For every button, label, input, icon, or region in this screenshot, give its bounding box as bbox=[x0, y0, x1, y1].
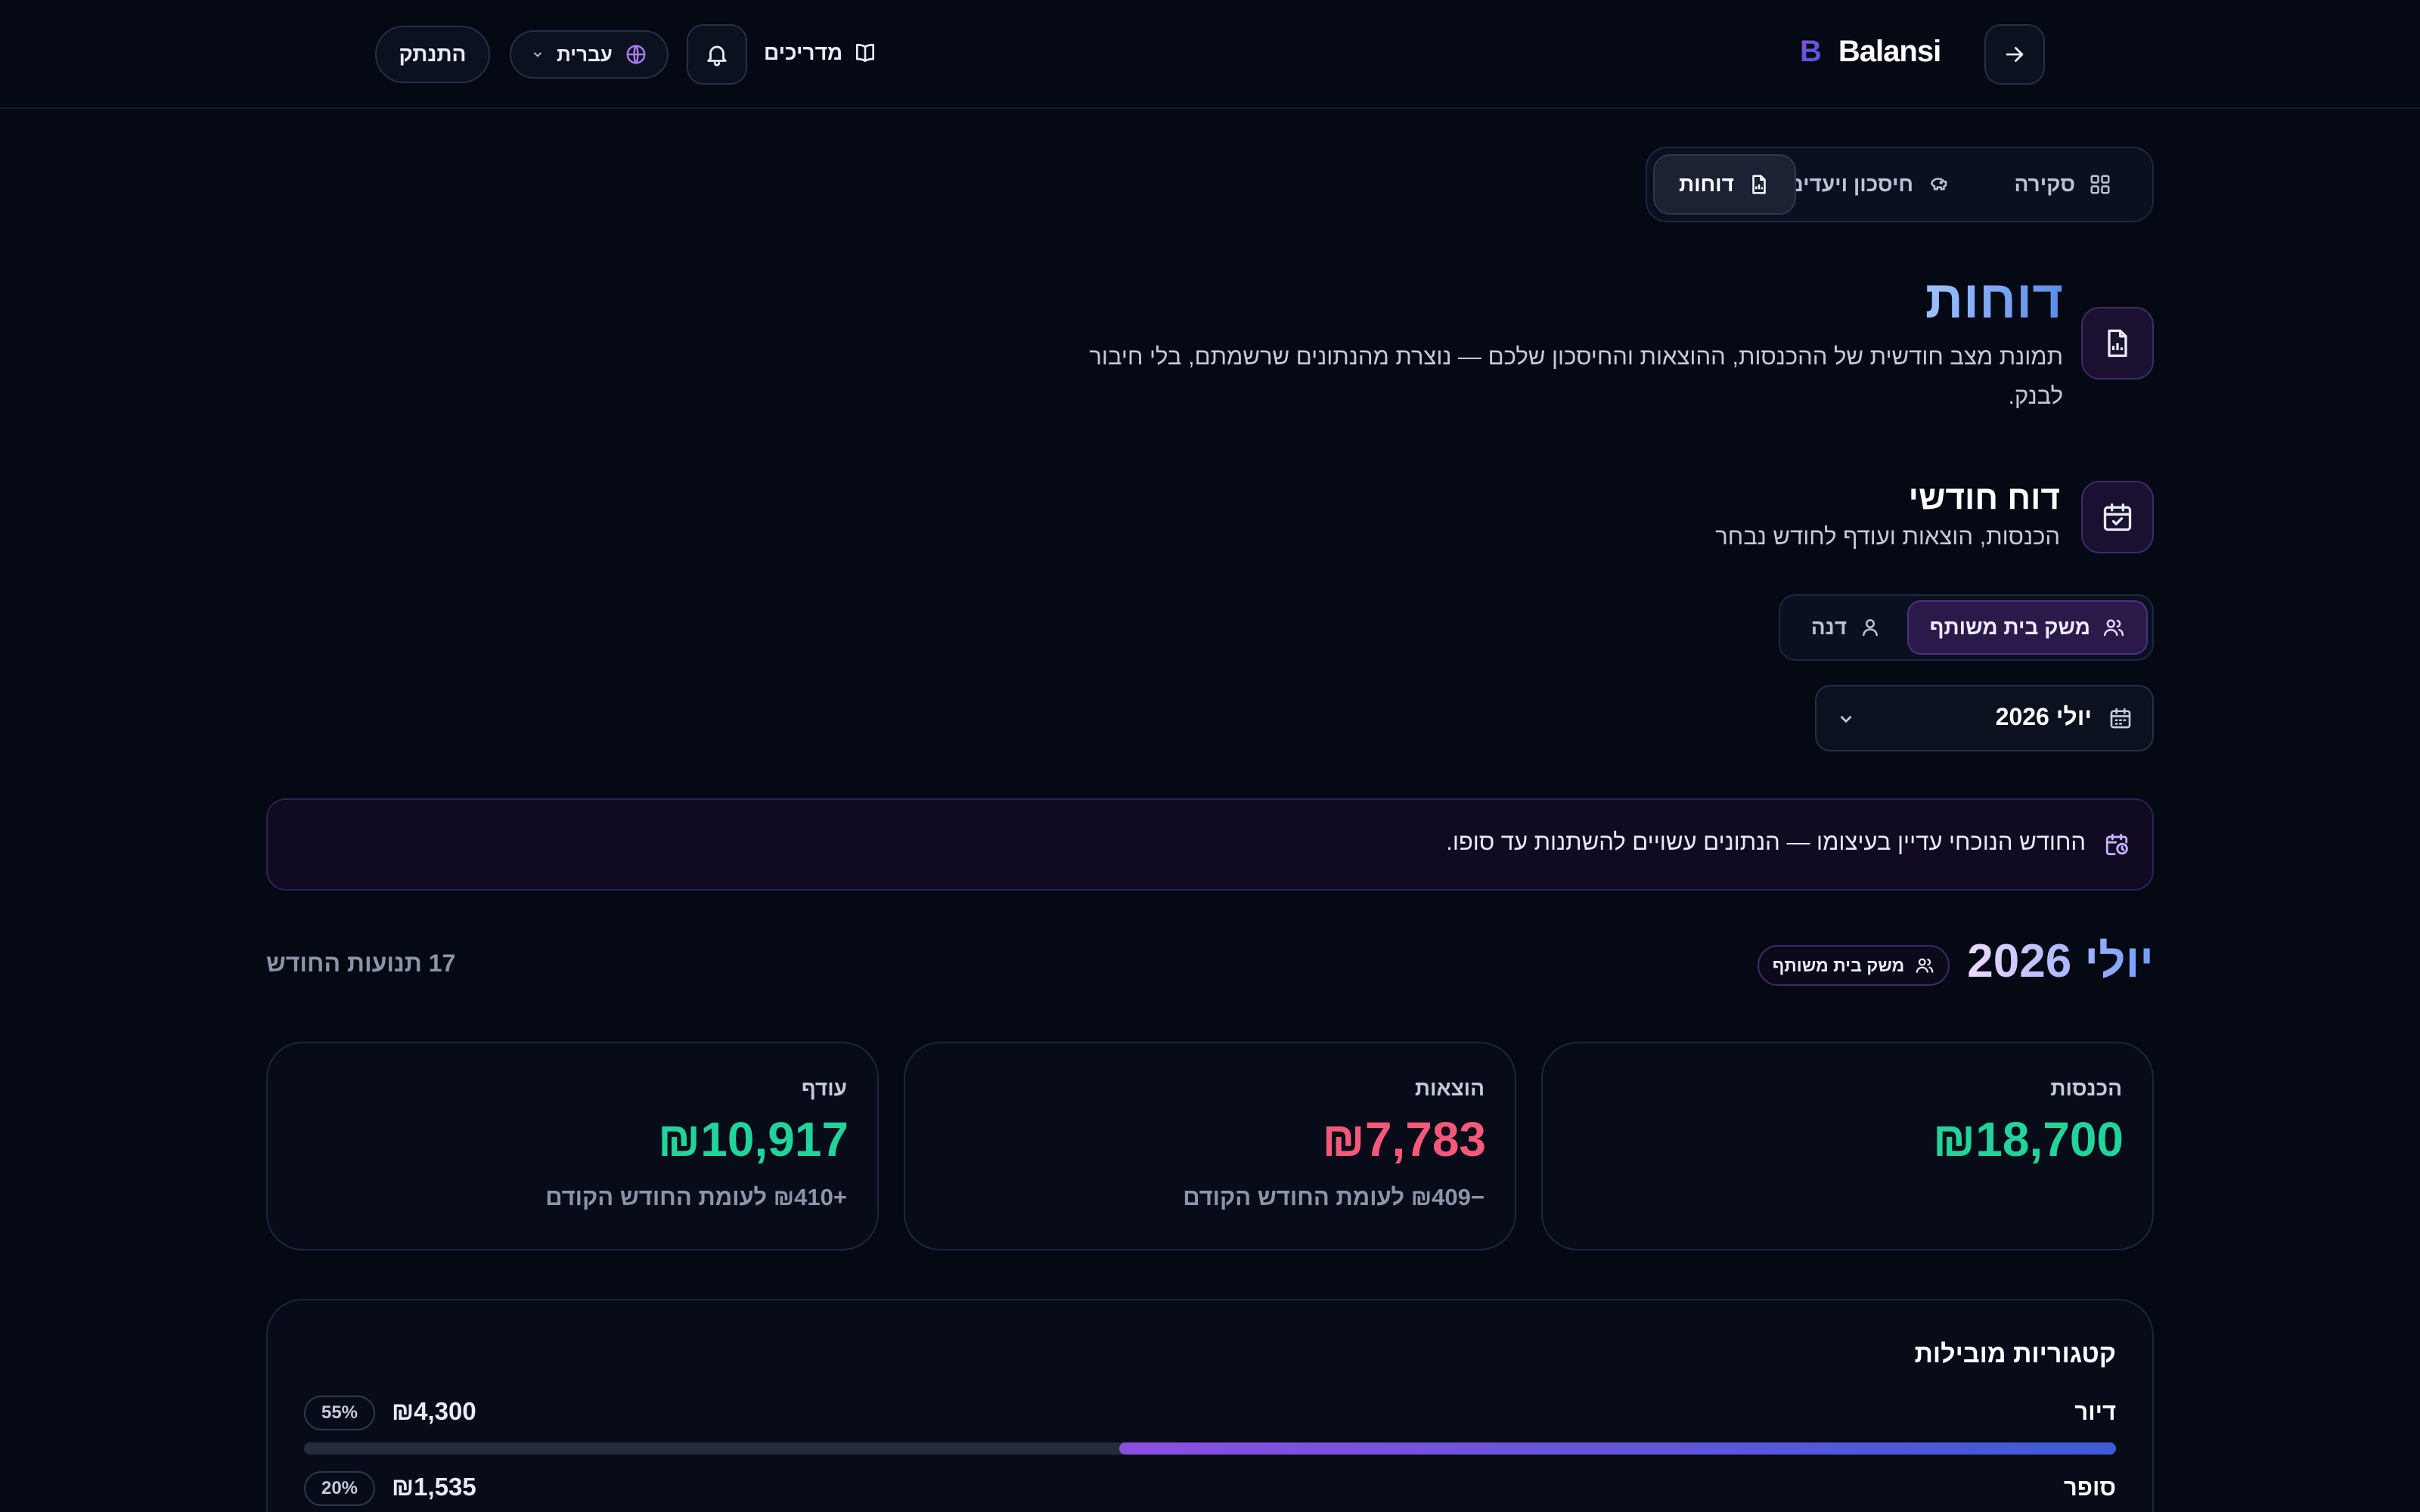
user-icon bbox=[1859, 616, 1882, 639]
top-bar: B Balansi מדריכים עברית התנתק bbox=[0, 0, 2420, 109]
scope-label: משק בית משותף bbox=[1929, 615, 2090, 639]
card-value: ₪10,917 bbox=[657, 1112, 849, 1167]
arrow-right-icon bbox=[2002, 42, 2028, 67]
language-select[interactable]: עברית bbox=[510, 30, 669, 79]
grid-icon bbox=[2089, 173, 2111, 196]
guides-label: מדריכים bbox=[764, 41, 843, 64]
monthly-report-subtitle: הכנסות, הוצאות ועודף לחודש נבחר bbox=[1715, 523, 2060, 550]
brand-mark-icon: B bbox=[1800, 34, 1822, 68]
report-file-icon bbox=[2101, 327, 2134, 360]
reports-header-icon bbox=[2081, 307, 2154, 380]
category-name: דיור bbox=[2074, 1399, 2116, 1425]
surplus-card: עודף ₪10,917 +₪410 לעומת החודש הקודם bbox=[266, 1042, 879, 1250]
card-label: הוצאות bbox=[1414, 1077, 1485, 1100]
users-icon bbox=[2102, 616, 2125, 639]
tab-reports[interactable]: דוחות bbox=[1653, 154, 1796, 215]
calendar-check-icon bbox=[2101, 500, 2134, 534]
top-categories-title: קטגוריות מובילות bbox=[1914, 1340, 2116, 1368]
scope-option-dana[interactable]: דנה bbox=[1790, 600, 1903, 655]
month-select-value: יולי 2026 bbox=[1995, 703, 2092, 730]
tab-label: דוחות bbox=[1679, 172, 1734, 196]
card-change: −₪409 לעומת החודש הקודם bbox=[1183, 1184, 1485, 1210]
card-label: הכנסות bbox=[2050, 1077, 2122, 1100]
category-name: סופר bbox=[2063, 1474, 2116, 1501]
scope-option-household[interactable]: משק בית משותף bbox=[1907, 600, 2148, 655]
logout-label: התנתק bbox=[399, 42, 467, 66]
back-button[interactable] bbox=[1984, 24, 2045, 85]
report-month-title: יולי 2026 bbox=[1967, 935, 2154, 987]
brand-name: Balansi bbox=[1838, 34, 1941, 68]
report-file-icon bbox=[1748, 173, 1770, 196]
tab-overview[interactable]: סקירה bbox=[1990, 154, 2136, 215]
language-label: עברית bbox=[557, 42, 613, 66]
card-value: ₪7,783 bbox=[1322, 1112, 1486, 1167]
monthly-report-icon-box bbox=[2081, 481, 2154, 553]
guides-link[interactable]: מדריכים bbox=[764, 35, 877, 71]
calendar-icon bbox=[2108, 706, 2133, 730]
globe-icon bbox=[625, 43, 647, 66]
scope-badge-label: משק בית משותף bbox=[1772, 955, 1905, 975]
category-bar-fill bbox=[1119, 1442, 2116, 1455]
monthly-report-title: דוח חודשי bbox=[1908, 479, 2060, 516]
card-change: +₪410 לעומת החודש הקודם bbox=[545, 1184, 847, 1210]
top-categories-card: קטגוריות מובילות דיור ₪4,300 55% סופר ₪1… bbox=[266, 1299, 2154, 1512]
page-title: דוחות bbox=[1925, 270, 2063, 329]
expenses-card: הוצאות ₪7,783 −₪409 לעומת החודש הקודם bbox=[904, 1042, 1516, 1250]
page-subtitle: תמונת מצב חודשית של ההכנסות, ההוצאות והח… bbox=[1089, 343, 2063, 409]
scope-toggle: משק בית משותף דנה bbox=[1779, 594, 2154, 661]
scope-label: דנה bbox=[1810, 615, 1847, 639]
category-bar-track bbox=[304, 1442, 2116, 1455]
tab-label: סקירה bbox=[2014, 172, 2075, 196]
notifications-button[interactable] bbox=[687, 24, 747, 85]
book-icon bbox=[853, 41, 877, 65]
category-percent-badge: 55% bbox=[304, 1396, 375, 1430]
month-select[interactable]: יולי 2026 bbox=[1815, 685, 2154, 751]
scope-badge: משק בית משותף bbox=[1758, 945, 1950, 986]
card-value: ₪18,700 bbox=[1932, 1112, 2124, 1167]
chevron-down-icon bbox=[1836, 709, 1856, 729]
calendar-clock-icon bbox=[2104, 832, 2130, 857]
tab-label: חיסכון ויעדים bbox=[1788, 172, 1914, 196]
bell-icon bbox=[704, 42, 730, 67]
brand-logo[interactable]: B Balansi bbox=[1800, 29, 1941, 74]
chevron-down-icon bbox=[531, 48, 544, 61]
piggy-bank-icon bbox=[1927, 173, 1950, 196]
category-percent-badge: 20% bbox=[304, 1471, 375, 1506]
card-label: עודף bbox=[801, 1077, 847, 1100]
notice-text: החודש הנוכחי עדיין בעיצומו — הנתונים עשו… bbox=[1446, 829, 2086, 855]
logout-button[interactable]: התנתק bbox=[375, 26, 490, 83]
income-card: הכנסות ₪18,700 bbox=[1541, 1042, 2154, 1250]
transactions-count: 17 תנועות החודש bbox=[266, 950, 456, 977]
main-tabs: סקירה חיסכון ויעדים דוחות bbox=[1646, 147, 2154, 222]
users-icon bbox=[1915, 956, 1934, 975]
category-amount: ₪4,300 bbox=[392, 1397, 476, 1425]
current-month-notice: החודש הנוכחי עדיין בעיצומו — הנתונים עשו… bbox=[266, 798, 2154, 891]
category-amount: ₪1,535 bbox=[392, 1473, 476, 1501]
